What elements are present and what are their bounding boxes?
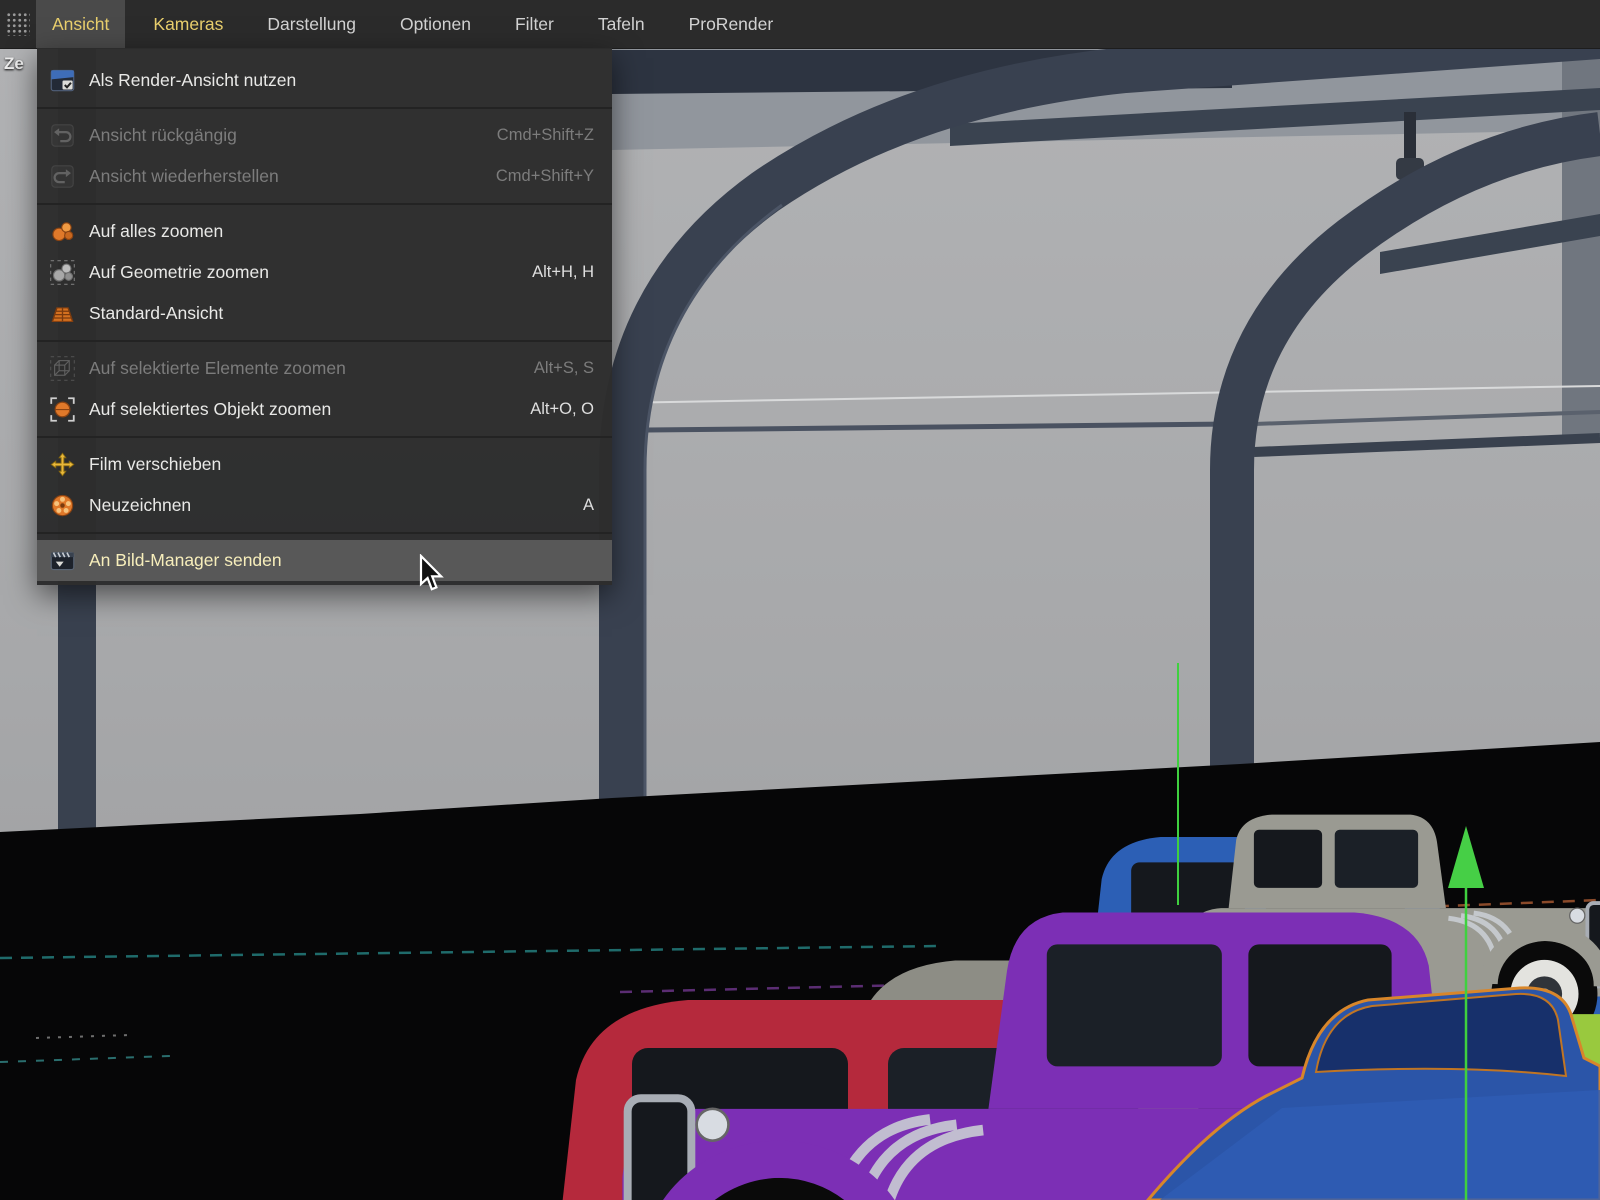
- viewport-projection-label: Ze: [4, 54, 24, 74]
- menu-item-label: Neuzeichnen: [89, 495, 191, 516]
- menu-item-label: Auf alles zoomen: [89, 221, 223, 242]
- menu-item-ansicht-rueckgaengig[interactable]: Ansicht rückgängig Cmd+Shift+Z: [37, 115, 612, 156]
- zoom-selected-elements-icon: [47, 354, 77, 384]
- menu-item-standard-ansicht[interactable]: Standard-Ansicht: [37, 293, 612, 334]
- menubar-item-darstellung[interactable]: Darstellung: [251, 0, 372, 48]
- menu-item-label: Standard-Ansicht: [89, 303, 223, 324]
- menubar-item-prorender[interactable]: ProRender: [673, 0, 790, 48]
- zoom-selected-object-icon: [47, 395, 77, 425]
- cinema4d-viewport-window: Ze Ansicht Kameras Darstellung Optionen …: [0, 0, 1600, 1200]
- menu-separator: [37, 532, 612, 534]
- menu-item-shortcut: Alt+O, O: [530, 400, 594, 419]
- default-view-icon: [47, 299, 77, 329]
- menu-item-label: An Bild-Manager senden: [89, 550, 282, 571]
- menu-item-auf-alles-zoomen[interactable]: Auf alles zoomen: [37, 211, 612, 252]
- zoom-geometry-icon: [47, 258, 77, 288]
- menu-item-label: Auf Geometrie zoomen: [89, 262, 269, 283]
- move-film-icon: [47, 450, 77, 480]
- menu-item-label: Auf selektierte Elemente zoomen: [89, 358, 346, 379]
- menu-item-film-verschieben[interactable]: Film verschieben: [37, 444, 612, 485]
- zoom-all-icon: [47, 217, 77, 247]
- ansicht-dropdown-menu: Als Render-Ansicht nutzen Ansicht rückgä…: [37, 48, 612, 585]
- render-view-icon: [47, 66, 77, 96]
- menu-separator: [37, 340, 612, 342]
- menubar-item-ansicht[interactable]: Ansicht: [36, 0, 125, 48]
- redo-icon: [47, 162, 77, 192]
- menu-item-label: Auf selektiertes Objekt zoomen: [89, 399, 331, 420]
- send-to-picture-viewer-icon: [47, 546, 77, 576]
- menu-item-label: Als Render-Ansicht nutzen: [89, 70, 296, 91]
- viewport-menubar: Ansicht Kameras Darstellung Optionen Fil…: [0, 0, 1600, 49]
- redraw-icon: [47, 491, 77, 521]
- menu-item-auf-selektierte-elemente-zoomen[interactable]: Auf selektierte Elemente zoomen Alt+S, S: [37, 348, 612, 389]
- menu-item-shortcut: Cmd+Shift+Z: [497, 126, 594, 145]
- menubar-item-filter[interactable]: Filter: [499, 0, 570, 48]
- menu-item-als-render-ansicht-nutzen[interactable]: Als Render-Ansicht nutzen: [37, 60, 612, 101]
- menu-item-label: Ansicht wiederherstellen: [89, 166, 279, 187]
- menubar-item-tafeln[interactable]: Tafeln: [582, 0, 661, 48]
- undo-icon: [47, 121, 77, 151]
- menu-item-auf-selektiertes-objekt-zoomen[interactable]: Auf selektiertes Objekt zoomen Alt+O, O: [37, 389, 612, 430]
- menu-item-label: Ansicht rückgängig: [89, 125, 237, 146]
- menubar-item-optionen[interactable]: Optionen: [384, 0, 487, 48]
- menu-item-shortcut: Alt+S, S: [534, 359, 594, 378]
- menu-separator: [37, 203, 612, 205]
- menu-item-shortcut: A: [583, 496, 594, 515]
- menu-item-shortcut: Alt+H, H: [532, 263, 594, 282]
- menu-item-an-bild-manager-senden[interactable]: An Bild-Manager senden: [37, 540, 612, 581]
- menu-item-auf-geometrie-zoomen[interactable]: Auf Geometrie zoomen Alt+H, H: [37, 252, 612, 293]
- mouse-cursor: [418, 554, 446, 592]
- grid-handle-icon[interactable]: [0, 0, 36, 48]
- menu-item-label: Film verschieben: [89, 454, 221, 475]
- menu-separator: [37, 107, 612, 109]
- menubar-item-kameras[interactable]: Kameras: [137, 0, 239, 48]
- menu-item-shortcut: Cmd+Shift+Y: [496, 167, 594, 186]
- menu-item-neuzeichnen[interactable]: Neuzeichnen A: [37, 485, 612, 526]
- menu-item-ansicht-wiederherstellen[interactable]: Ansicht wiederherstellen Cmd+Shift+Y: [37, 156, 612, 197]
- menu-separator: [37, 436, 612, 438]
